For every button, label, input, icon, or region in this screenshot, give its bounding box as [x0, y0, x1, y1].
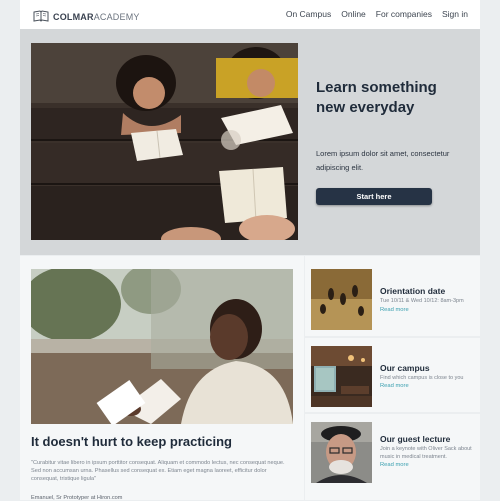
feature-card: It doesn't hurt to keep practicing "Cura…: [20, 256, 304, 500]
hero-subtitle: Lorem ipsum dolor sit amet, consectetur …: [316, 147, 466, 175]
feature-author: Emanuel, Sr Prototyper at Hiron.com: [31, 495, 293, 501]
card-guest-lecture[interactable]: Our guest lecture Join a keynote with Ol…: [305, 414, 480, 500]
hero-title: Learn something new everyday: [316, 78, 466, 118]
logo[interactable]: COLMARACADEMY: [33, 7, 140, 26]
logo-text-light: ACADEMY: [94, 12, 140, 22]
card-campus-title: Our campus: [380, 363, 480, 373]
feature-image: [31, 269, 293, 424]
main-nav: On Campus Online For companies Sign in: [286, 9, 468, 19]
top-navbar: COLMARACADEMY On Campus Online For compa…: [20, 0, 480, 29]
card-orientation-image: [311, 269, 372, 330]
card-guest-lecture-image: [311, 422, 372, 483]
nav-on-campus[interactable]: On Campus: [286, 9, 331, 19]
hero-image: [31, 43, 298, 240]
hero-section: Learn something new everyday Lorem ipsum…: [20, 29, 480, 255]
card-campus-image: [311, 346, 372, 407]
card-orientation-read-more[interactable]: Read more: [380, 307, 409, 313]
card-campus-read-more[interactable]: Read more: [380, 383, 409, 389]
card-campus[interactable]: Our campus Find which campus is close to…: [305, 338, 480, 412]
nav-sign-in[interactable]: Sign in: [442, 9, 468, 19]
start-here-button[interactable]: Start here: [316, 188, 432, 205]
card-orientation-text: Tue 10/11 & Wed 10/12: 8am-3pm: [380, 298, 480, 306]
feature-title: It doesn't hurt to keep practicing: [31, 434, 293, 449]
book-icon: [33, 7, 49, 26]
card-guest-lecture-title: Our guest lecture: [380, 434, 480, 444]
card-orientation[interactable]: Orientation date Tue 10/11 & Wed 10/12: …: [305, 256, 480, 336]
nav-online[interactable]: Online: [341, 9, 366, 19]
feature-quote: "Curabitur vitae libero in ipsum porttit…: [31, 459, 293, 483]
card-campus-text: Find which campus is close to you: [380, 375, 480, 383]
logo-text-bold: COLMAR: [53, 12, 94, 22]
card-guest-lecture-read-more[interactable]: Read more: [380, 462, 409, 468]
card-guest-lecture-text: Join a keynote with Oliver Sack about mu…: [380, 446, 480, 461]
logo-text: COLMARACADEMY: [53, 12, 140, 22]
card-orientation-title: Orientation date: [380, 286, 480, 296]
nav-for-companies[interactable]: For companies: [376, 9, 432, 19]
